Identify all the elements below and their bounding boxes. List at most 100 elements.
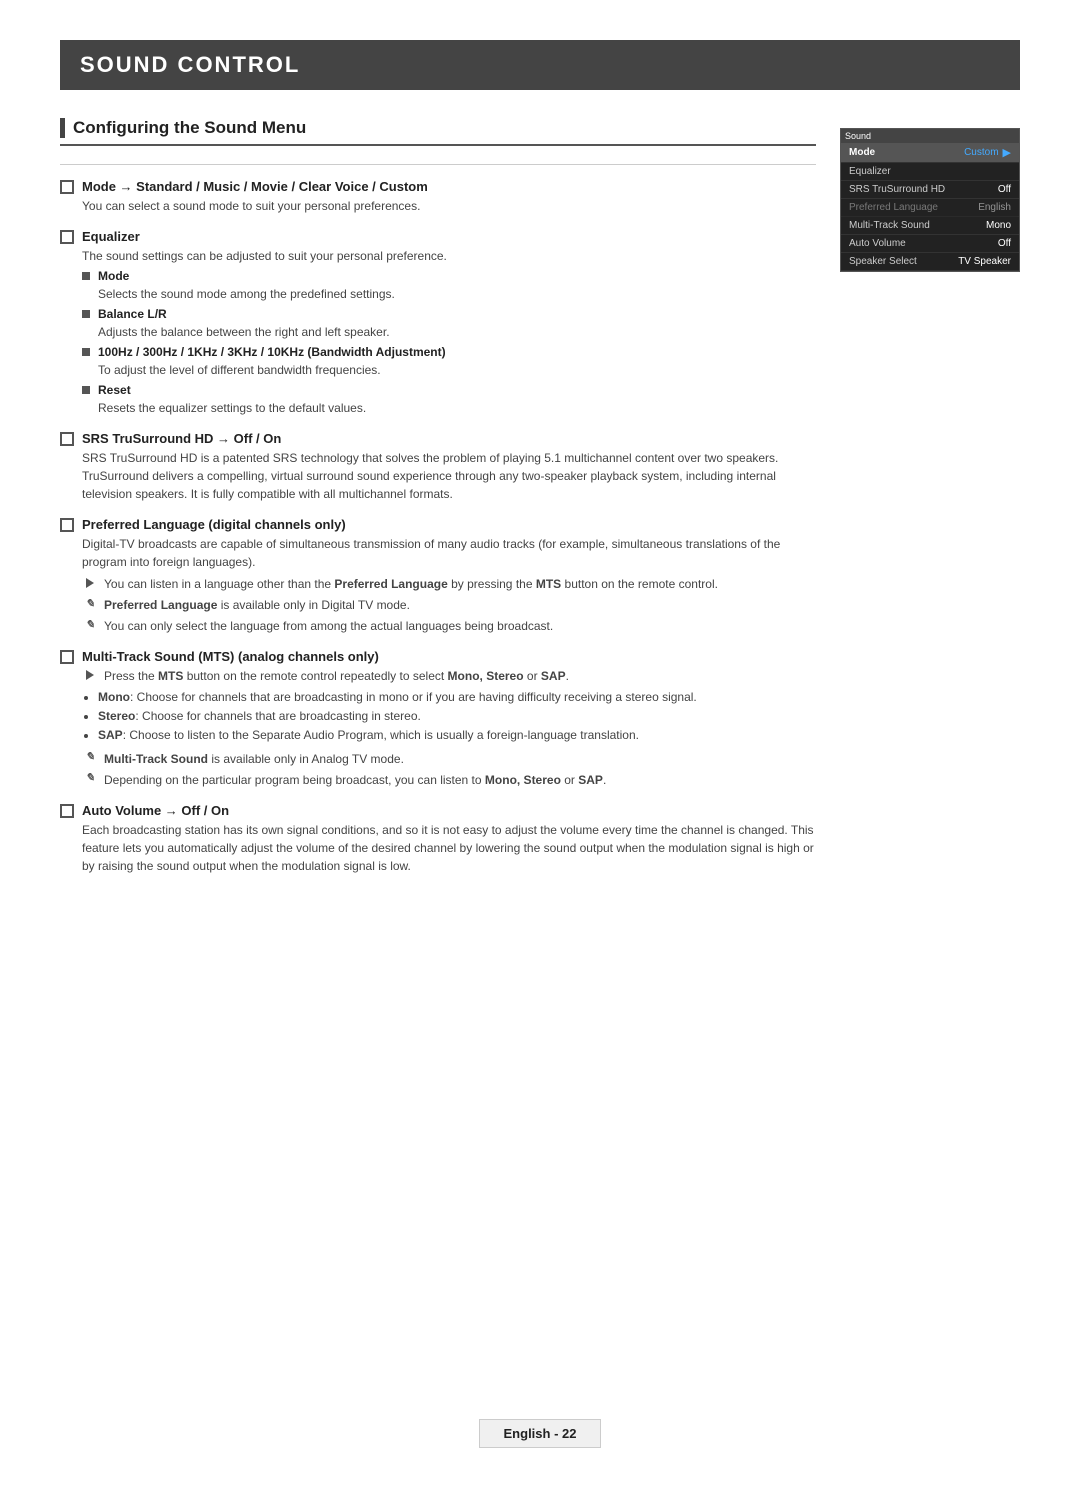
menu-row-mode-label: Mode: [849, 147, 875, 158]
play-icon-mts: [82, 667, 98, 683]
note-multi-track-play-text: Press the MTS button on the remote contr…: [104, 667, 569, 685]
memo-icon-1: ✎: [82, 596, 98, 612]
menu-panel: Sound Mode Custom ▶ Equalizer SRS TruSur…: [840, 128, 1020, 272]
menu-row-mode: Mode Custom ▶: [841, 143, 1019, 163]
square-bullet-balance: [82, 310, 90, 318]
sub-item-balance: Balance L/R Adjusts the balance between …: [82, 307, 816, 341]
content-left: Configuring the Sound Menu Mode → Standa…: [60, 118, 816, 889]
item-equalizer-desc: The sound settings can be adjusted to su…: [82, 247, 816, 265]
section-title: Configuring the Sound Menu: [60, 118, 816, 146]
page-header: SOUND CONTROL: [60, 40, 1020, 90]
section-title-text: Configuring the Sound Menu: [73, 118, 306, 138]
menu-row-mode-value: Custom: [964, 147, 998, 158]
sub-item-reset-label: Reset: [98, 383, 131, 397]
menu-row-auto-volume-label: Auto Volume: [849, 238, 906, 249]
item-srs-heading: SRS TruSurround HD → Off / On: [60, 431, 816, 446]
note-preferred-language-1: You can listen in a language other than …: [82, 575, 816, 593]
menu-row-mode-spacer: Custom ▶: [964, 146, 1011, 159]
bullet-stereo: Stereo: Choose for channels that are bro…: [98, 707, 816, 726]
item-multi-track: Multi-Track Sound (MTS) (analog channels…: [60, 649, 816, 789]
item-preferred-language-label: Preferred Language (digital channels onl…: [82, 517, 346, 532]
item-auto-volume-heading: Auto Volume → Off / On: [60, 803, 816, 818]
item-equalizer: Equalizer The sound settings can be adju…: [60, 229, 816, 417]
note-multi-track-memo-2: ✎ Depending on the particular program be…: [82, 771, 816, 789]
menu-top-bar: Sound: [841, 129, 1019, 143]
menu-row-speaker-select-value: TV Speaker: [958, 256, 1011, 267]
footer-label: English - 22: [479, 1419, 602, 1448]
menu-row-mode-arrow: ▶: [1003, 146, 1011, 159]
menu-row-multi-track: Multi-Track Sound Mono: [841, 217, 1019, 235]
menu-row-srs-label: SRS TruSurround HD: [849, 184, 945, 195]
checkbox-icon-auto-volume: [60, 804, 74, 818]
sub-item-mode-heading: Mode: [82, 269, 816, 283]
play-icon-1: [82, 575, 98, 591]
memo-icon-2: ✎: [82, 617, 98, 633]
menu-row-auto-volume: Auto Volume Off: [841, 235, 1019, 253]
bullet-sap: SAP: Choose to listen to the Separate Au…: [98, 726, 816, 745]
sub-item-bandwidth-desc: To adjust the level of different bandwid…: [98, 361, 816, 379]
checkbox-icon-preferred-language: [60, 518, 74, 532]
sub-item-bandwidth-heading: 100Hz / 300Hz / 1KHz / 3KHz / 10KHz (Ban…: [82, 345, 816, 359]
sub-item-balance-label: Balance L/R: [98, 307, 167, 321]
checkbox-icon-mode: [60, 180, 74, 194]
square-bullet-reset: [82, 386, 90, 394]
menu-row-speaker-select-label: Speaker Select: [849, 256, 917, 267]
multi-track-bullet-list: Mono: Choose for channels that are broad…: [98, 688, 816, 746]
sub-item-reset: Reset Resets the equalizer settings to t…: [82, 383, 816, 417]
bullet-mono: Mono: Choose for channels that are broad…: [98, 688, 816, 707]
item-equalizer-heading: Equalizer: [60, 229, 816, 244]
menu-row-equalizer: Equalizer: [841, 163, 1019, 181]
item-mode-desc: You can select a sound mode to suit your…: [82, 197, 816, 215]
menu-row-speaker-select: Speaker Select TV Speaker: [841, 253, 1019, 271]
checkbox-icon-equalizer: [60, 230, 74, 244]
menu-row-preferred-language-label: Preferred Language: [849, 202, 938, 213]
checkbox-icon-multi-track: [60, 650, 74, 664]
menu-row-equalizer-label: Equalizer: [849, 166, 891, 177]
menu-row-multi-track-value: Mono: [986, 220, 1011, 231]
item-preferred-language-heading: Preferred Language (digital channels onl…: [60, 517, 816, 532]
note-multi-track-memo-1: ✎ Multi-Track Sound is available only in…: [82, 750, 816, 768]
item-multi-track-heading: Multi-Track Sound (MTS) (analog channels…: [60, 649, 816, 664]
sub-item-reset-heading: Reset: [82, 383, 816, 397]
item-auto-volume-label: Auto Volume → Off / On: [82, 803, 229, 818]
square-bullet-bandwidth: [82, 348, 90, 356]
sub-item-bandwidth: 100Hz / 300Hz / 1KHz / 3KHz / 10KHz (Ban…: [82, 345, 816, 379]
sub-item-balance-heading: Balance L/R: [82, 307, 816, 321]
item-preferred-language: Preferred Language (digital channels onl…: [60, 517, 816, 635]
sub-item-bandwidth-label: 100Hz / 300Hz / 1KHz / 3KHz / 10KHz (Ban…: [98, 345, 446, 359]
sub-item-mode-desc: Selects the sound mode among the predefi…: [98, 285, 816, 303]
item-auto-volume-desc: Each broadcasting station has its own si…: [82, 821, 816, 875]
menu-row-srs: SRS TruSurround HD Off: [841, 181, 1019, 199]
note-preferred-language-3-text: You can only select the language from am…: [104, 617, 553, 635]
memo-icon-mts-1: ✎: [82, 750, 98, 766]
note-multi-track-play: Press the MTS button on the remote contr…: [82, 667, 816, 685]
item-srs-label: SRS TruSurround HD → Off / On: [82, 431, 281, 446]
sub-item-mode-label: Mode: [98, 269, 129, 283]
note-preferred-language-2-text: Preferred Language is available only in …: [104, 596, 410, 614]
square-bullet-mode: [82, 272, 90, 280]
item-equalizer-label: Equalizer: [82, 229, 140, 244]
menu-row-preferred-language-value: English: [978, 202, 1011, 213]
sub-item-mode: Mode Selects the sound mode among the pr…: [82, 269, 816, 303]
main-content: Configuring the Sound Menu Mode → Standa…: [60, 118, 1020, 889]
menu-row-multi-track-label: Multi-Track Sound: [849, 220, 930, 231]
note-preferred-language-3: ✎ You can only select the language from …: [82, 617, 816, 635]
menu-row-auto-volume-value: Off: [998, 238, 1011, 249]
note-multi-track-memo-1-text: Multi-Track Sound is available only in A…: [104, 750, 404, 768]
menu-top-bar-label: Sound: [845, 131, 871, 141]
note-preferred-language-2: ✎ Preferred Language is available only i…: [82, 596, 816, 614]
section-divider: [60, 164, 816, 165]
item-multi-track-label: Multi-Track Sound (MTS) (analog channels…: [82, 649, 379, 664]
sub-item-balance-desc: Adjusts the balance between the right an…: [98, 323, 816, 341]
memo-icon-mts-2: ✎: [82, 771, 98, 787]
page-title: SOUND CONTROL: [80, 52, 1000, 78]
note-preferred-language-1-text: You can listen in a language other than …: [104, 575, 718, 593]
item-preferred-language-desc: Digital-TV broadcasts are capable of sim…: [82, 535, 816, 571]
item-srs-desc: SRS TruSurround HD is a patented SRS tec…: [82, 449, 816, 503]
note-multi-track-memo-2-text: Depending on the particular program bein…: [104, 771, 606, 789]
footer: English - 22: [0, 1419, 1080, 1448]
item-mode-heading: Mode → Standard / Music / Movie / Clear …: [60, 179, 816, 194]
item-srs: SRS TruSurround HD → Off / On SRS TruSur…: [60, 431, 816, 503]
sub-item-reset-desc: Resets the equalizer settings to the def…: [98, 399, 816, 417]
menu-row-preferred-language: Preferred Language English: [841, 199, 1019, 217]
